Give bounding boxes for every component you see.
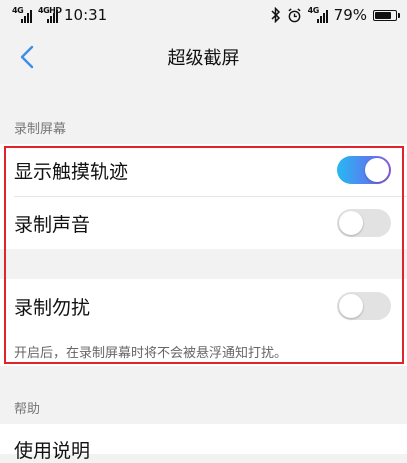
back-button[interactable] [14,44,40,70]
setting-label-record-audio: 录制声音 [14,213,91,236]
alarm-clock-icon [288,7,301,22]
setting-row-do-not-disturb[interactable]: 录制勿扰 [0,280,407,332]
section-header-record: 录制屏幕 [14,122,67,137]
row-group-spacer [0,249,407,279]
status-bar: 4G 4GHD 10:31 4G 79% [0,0,407,30]
navigation-bar: 超级截屏 [0,30,407,84]
sim1-signal-icon: 4G [12,6,32,23]
status-bar-right: 4G 79% [271,6,400,24]
setting-row-show-touch[interactable]: 显示触摸轨迹 [0,144,407,196]
sim2-signal-icon: 4GHD [38,6,62,23]
cellular-signal-icon: 4G [308,6,328,23]
bluetooth-icon [271,7,280,23]
battery-percent: 79% [333,6,367,24]
setting-label-do-not-disturb: 录制勿扰 [14,296,91,319]
help-item-usage-guide[interactable]: 使用说明 [0,424,407,462]
status-time: 10:31 [64,6,108,24]
page-title: 超级截屏 [167,48,240,69]
battery-fill [375,11,391,19]
do-not-disturb-hint: 开启后，在录制屏幕时将不会被悬浮通知打扰。 [14,346,288,361]
do-not-disturb-toggle[interactable] [337,292,391,320]
show-touch-toggle[interactable] [337,156,391,184]
status-bar-left: 4G 4GHD 10:31 [12,6,107,24]
chevron-left-icon [20,45,34,69]
setting-label-show-touch: 显示触摸轨迹 [14,160,129,183]
battery-icon [373,9,400,21]
setting-row-record-audio[interactable]: 录制声音 [0,197,407,249]
toggle-knob [365,158,389,182]
toggle-knob [339,294,363,318]
record-audio-toggle[interactable] [337,209,391,237]
toggle-knob [339,211,363,235]
section-header-help: 帮助 [14,402,41,417]
help-item-label: 使用说明 [14,440,91,462]
